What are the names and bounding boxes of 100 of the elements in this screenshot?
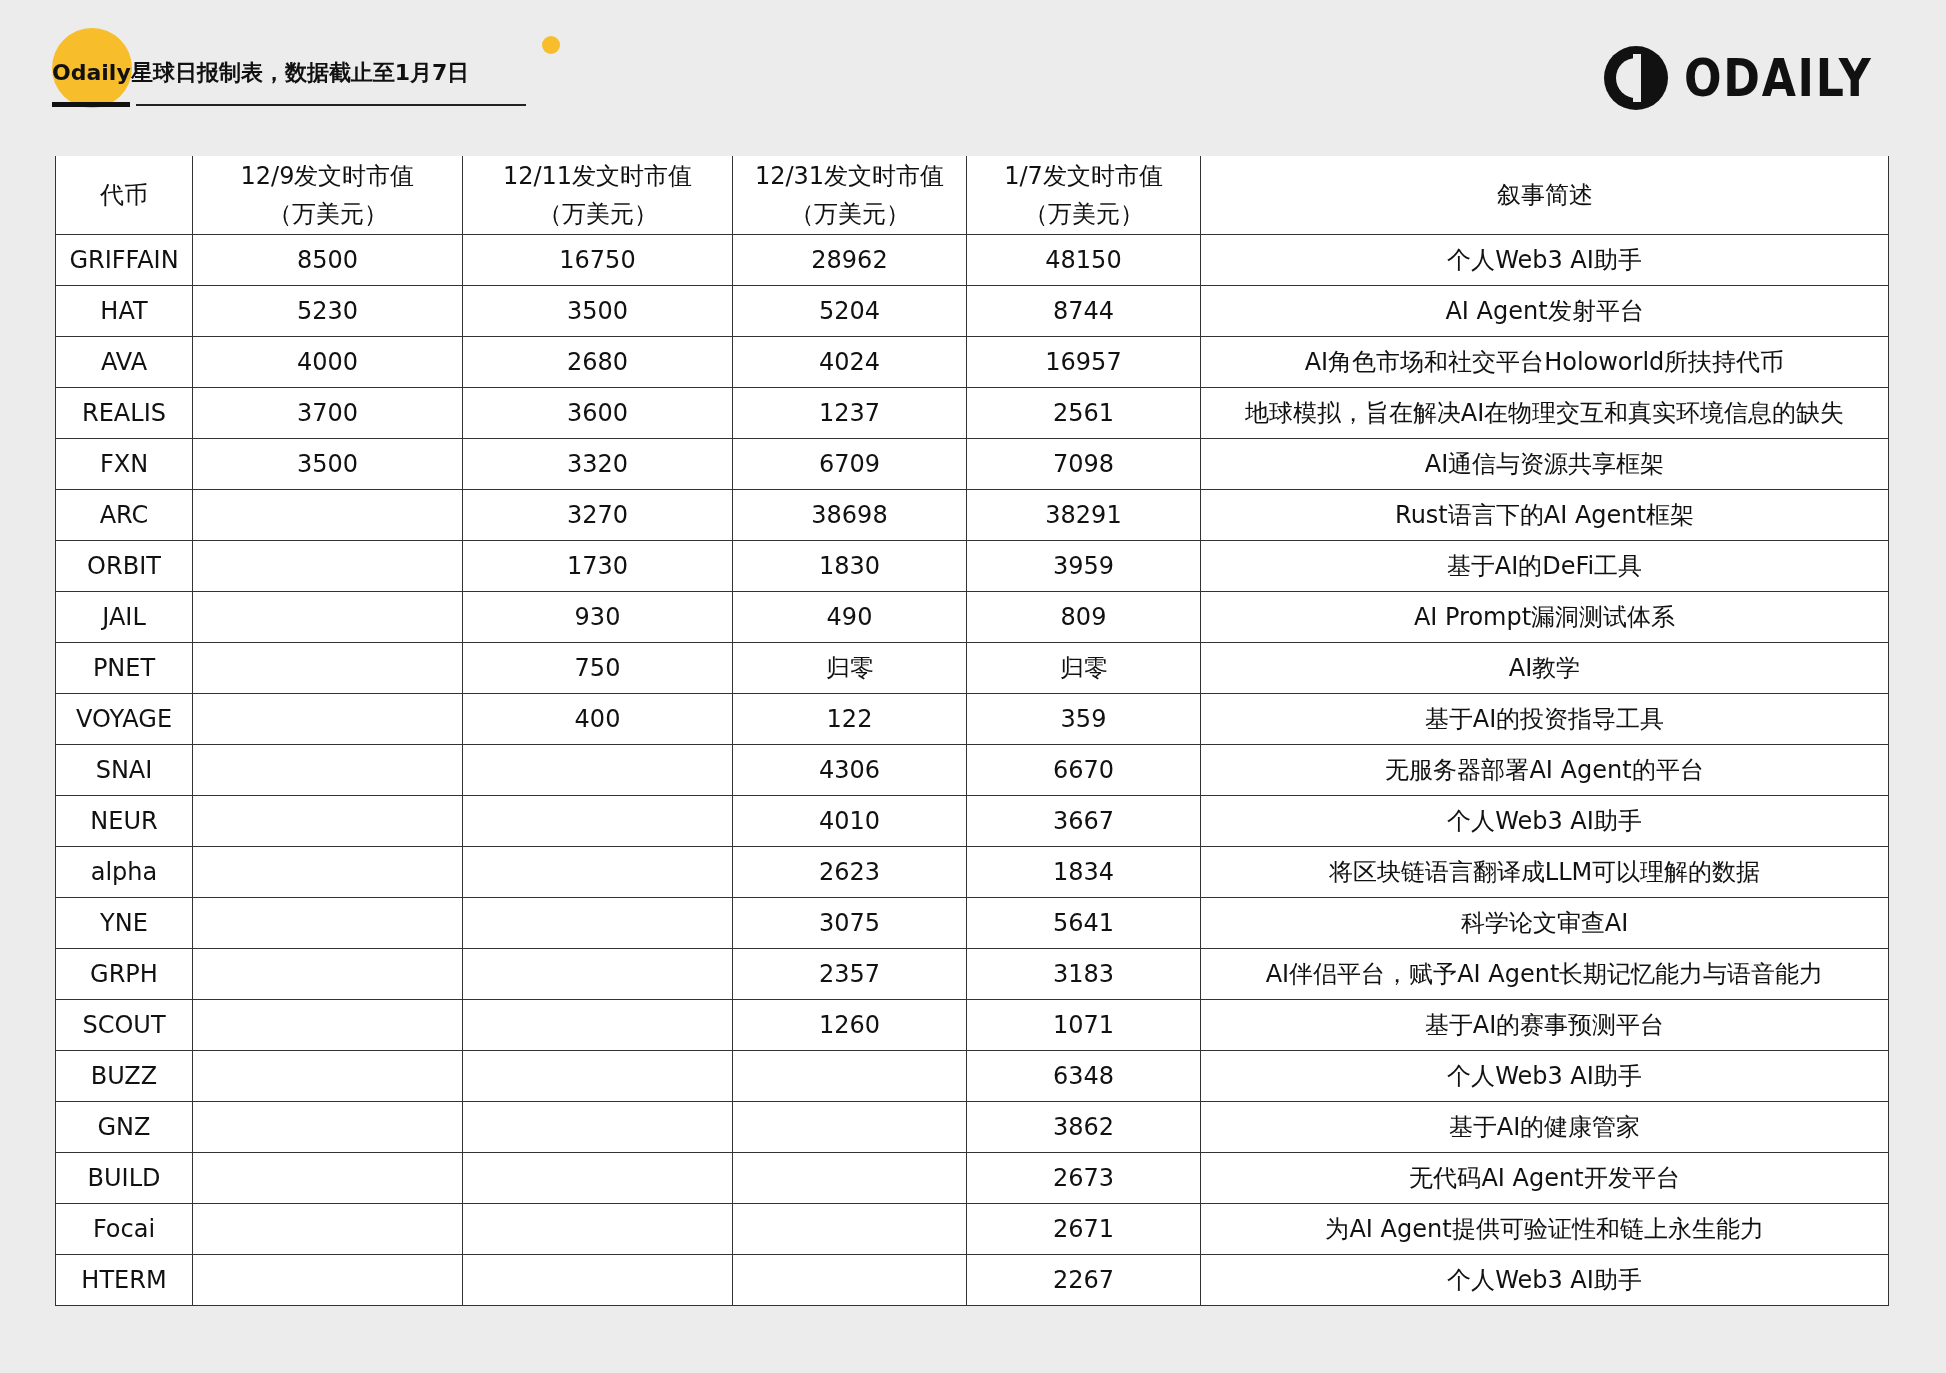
table-cell: 3270 <box>462 489 733 541</box>
table-cell: 930 <box>462 591 733 643</box>
table-cell: 个人Web3 AI助手 <box>1200 1254 1889 1306</box>
table-cell: 6348 <box>966 1050 1201 1102</box>
table-cell: 基于AI的赛事预测平台 <box>1200 999 1889 1051</box>
column-header: 12/11发文时市值 （万美元） <box>462 156 733 235</box>
table-cell: 4010 <box>732 795 967 847</box>
table-cell: Rust语言下的AI Agent框架 <box>1200 489 1889 541</box>
table-cell: NEUR <box>55 795 193 847</box>
table-cell: 4306 <box>732 744 967 796</box>
table-cell: 3500 <box>462 285 733 337</box>
table-cell: AI Prompt漏洞测试体系 <box>1200 591 1889 643</box>
table-cell: 5204 <box>732 285 967 337</box>
table-cell: 6670 <box>966 744 1201 796</box>
column-header: 12/9发文时市值 （万美元） <box>192 156 463 235</box>
table-cell: 科学论文审查AI <box>1200 897 1889 949</box>
column-header: 叙事简述 <box>1200 156 1889 235</box>
table-cell: alpha <box>55 846 193 898</box>
table-cell: 基于AI的DeFi工具 <box>1200 540 1889 592</box>
table-cell: 个人Web3 AI助手 <box>1200 795 1889 847</box>
table-cell: 2561 <box>966 387 1201 439</box>
table-cell: 359 <box>966 693 1201 745</box>
table-cell: 4000 <box>192 336 463 388</box>
column-header: 代币 <box>55 156 193 235</box>
table-cell: 38698 <box>732 489 967 541</box>
table-cell: 6709 <box>732 438 967 490</box>
table-cell: 3862 <box>966 1101 1201 1153</box>
table-cell: ORBIT <box>55 540 193 592</box>
table-cell: JAIL <box>55 591 193 643</box>
table-cell: 400 <box>462 693 733 745</box>
table-cell: 1260 <box>732 999 967 1051</box>
table-cell: 为AI Agent提供可验证性和链上永生能力 <box>1200 1203 1889 1255</box>
table-cell: 将区块链语言翻译成LLM可以理解的数据 <box>1200 846 1889 898</box>
table-cell: 4024 <box>732 336 967 388</box>
table-cell: 3075 <box>732 897 967 949</box>
table-cell: 2673 <box>966 1152 1201 1204</box>
table-cell: 48150 <box>966 234 1201 286</box>
table-cell: AI角色市场和社交平台Holoworld所扶持代币 <box>1200 336 1889 388</box>
table-cell: BUILD <box>55 1152 193 1204</box>
table-cell: 2357 <box>732 948 967 1000</box>
table-cell: 7098 <box>966 438 1201 490</box>
table-cell: 122 <box>732 693 967 745</box>
table-cell: AI Agent发射平台 <box>1200 285 1889 337</box>
logo-icon <box>1602 44 1671 112</box>
table-cell: 基于AI的投资指导工具 <box>1200 693 1889 745</box>
table-cell: Focai <box>55 1203 193 1255</box>
table-cell: 5641 <box>966 897 1201 949</box>
table-cell: 个人Web3 AI助手 <box>1200 1050 1889 1102</box>
table-cell: 16750 <box>462 234 733 286</box>
table-cell: HAT <box>55 285 193 337</box>
table-cell: PNET <box>55 642 193 694</box>
column-header: 1/7发文时市值 （万美元） <box>966 156 1201 235</box>
table-cell: FXN <box>55 438 193 490</box>
table-cell: 3183 <box>966 948 1201 1000</box>
table-cell: 1830 <box>732 540 967 592</box>
table-cell: 3600 <box>462 387 733 439</box>
table-cell: 3320 <box>462 438 733 490</box>
table-cell: VOYAGE <box>55 693 193 745</box>
table-cell: AI通信与资源共享框架 <box>1200 438 1889 490</box>
table-cell: 38291 <box>966 489 1201 541</box>
table-cell: 16957 <box>966 336 1201 388</box>
table-cell: 809 <box>966 591 1201 643</box>
table-cell: GRIFFAIN <box>55 234 193 286</box>
table-cell: 2671 <box>966 1203 1201 1255</box>
table-cell: 地球模拟，旨在解决AI在物理交互和真实环境信息的缺失 <box>1200 387 1889 439</box>
column-header: 12/31发文时市值 （万美元） <box>732 156 967 235</box>
table-cell: SCOUT <box>55 999 193 1051</box>
table-cell: AI伴侣平台，赋予AI Agent长期记忆能力与语音能力 <box>1200 948 1889 1000</box>
table-cell: 无代码AI Agent开发平台 <box>1200 1152 1889 1204</box>
table-cell: GRPH <box>55 948 193 1000</box>
table-cell: GNZ <box>55 1101 193 1153</box>
table-cell: 3700 <box>192 387 463 439</box>
table-cell: 基于AI的健康管家 <box>1200 1101 1889 1153</box>
table-cell: 2623 <box>732 846 967 898</box>
table-cell: 3500 <box>192 438 463 490</box>
table-cell: 28962 <box>732 234 967 286</box>
table-cell: 2680 <box>462 336 733 388</box>
table-cell: 无服务器部署AI Agent的平台 <box>1200 744 1889 796</box>
table-cell: YNE <box>55 897 193 949</box>
table-cell: 750 <box>462 642 733 694</box>
table-cell: 490 <box>732 591 967 643</box>
table-cell: 2267 <box>966 1254 1201 1306</box>
table-cell: 1237 <box>732 387 967 439</box>
table-cell: AVA <box>55 336 193 388</box>
table-cell: REALIS <box>55 387 193 439</box>
table-cell: ARC <box>55 489 193 541</box>
table-cell: SNAI <box>55 744 193 796</box>
table-cell: 归零 <box>732 642 967 694</box>
table-cell: 1834 <box>966 846 1201 898</box>
table-cell: 5230 <box>192 285 463 337</box>
table-cell: 1730 <box>462 540 733 592</box>
table-cell: 8500 <box>192 234 463 286</box>
table-cell: AI教学 <box>1200 642 1889 694</box>
table-cell: 8744 <box>966 285 1201 337</box>
table-cell: 个人Web3 AI助手 <box>1200 234 1889 286</box>
table-cell: 3959 <box>966 540 1201 592</box>
dot-decoration <box>542 36 560 54</box>
table-cell: 归零 <box>966 642 1201 694</box>
table-cell: BUZZ <box>55 1050 193 1102</box>
table-cell: HTERM <box>55 1254 193 1306</box>
